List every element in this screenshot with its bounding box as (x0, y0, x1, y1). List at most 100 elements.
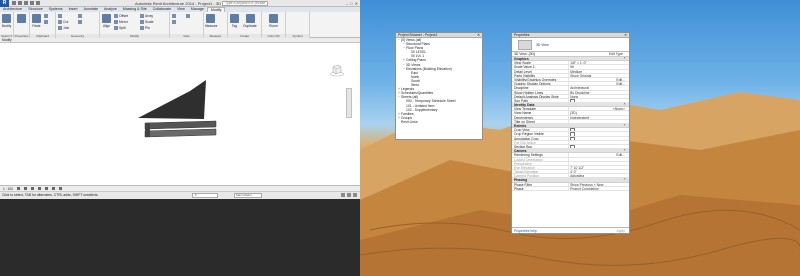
lock-icon[interactable] (59, 187, 63, 190)
property-group-header[interactable]: Identity Data ⌃ (512, 103, 629, 108)
property-value[interactable]: Independent (568, 115, 629, 119)
split-tool[interactable]: Split (114, 26, 126, 31)
property-checkbox[interactable] (568, 132, 629, 136)
ruler-icon (206, 14, 215, 23)
hide-in-view-tool[interactable] (172, 14, 177, 19)
property-edit-button[interactable]: Edit... (568, 82, 629, 86)
scale-tool[interactable]: Scale (140, 20, 153, 25)
paint-tool[interactable] (78, 14, 83, 19)
type-selector[interactable]: 3D View (512, 38, 629, 52)
property-value[interactable]: 96 (568, 65, 629, 69)
measure-tool[interactable]: Measure (205, 14, 217, 28)
detail-level-icon[interactable] (17, 187, 21, 190)
property-value[interactable]: Medium (568, 69, 629, 73)
cut-tool[interactable] (44, 14, 49, 19)
linework-icon (186, 14, 190, 19)
property-value[interactable]: 1/8" = 1'-0" (568, 61, 629, 65)
tag-tool[interactable]: Tag (229, 14, 240, 28)
model-geometry (138, 80, 217, 138)
navigation-bar[interactable] (346, 88, 352, 118)
property-value[interactable]: Project Completion (568, 186, 629, 190)
crop-view-icon[interactable] (52, 187, 56, 190)
property-edit-button[interactable]: Edit... (568, 153, 629, 157)
select-pinned-icon[interactable] (353, 193, 357, 197)
property-value: 7' 10 1/2" (568, 165, 629, 170)
status-message: Click to select, TAB for alternates, CTR… (2, 193, 99, 197)
collapse-icon[interactable]: ⌃ (623, 124, 626, 128)
property-name: Target Elevation (514, 170, 539, 174)
close-icon[interactable]: ✕ (477, 33, 480, 38)
property-value[interactable]: Architectural (568, 86, 629, 90)
print-icon[interactable] (36, 1, 40, 5)
maximize-button[interactable]: □ (350, 1, 352, 6)
property-group-header[interactable]: Phasing ⌃ (512, 178, 629, 183)
property-group-header[interactable]: Camera ⌃ (512, 149, 629, 154)
property-name: Visibility/Graphics Overrides (514, 77, 557, 82)
tree-item[interactable]: Revit Links (396, 120, 482, 124)
mirror-tool[interactable]: Mirror (114, 20, 128, 25)
copy-tool[interactable] (44, 20, 49, 25)
undo-icon[interactable] (24, 1, 28, 5)
property-value[interactable] (568, 119, 629, 123)
properties-tool[interactable] (16, 14, 27, 24)
array-tool[interactable]: Array (140, 14, 153, 19)
property-value[interactable]: Show Previous + New (568, 182, 629, 186)
property-checkbox[interactable] (568, 98, 629, 103)
select-panel: Modify Select ▾ (0, 12, 14, 38)
design-option-field[interactable]: Main Model (234, 193, 262, 198)
collapse-icon[interactable]: ⌃ (623, 103, 626, 107)
apply-button[interactable]: Apply (617, 228, 625, 234)
open-icon[interactable] (12, 1, 16, 5)
duplicate-tool[interactable]: Duplicate (241, 14, 259, 28)
redo-icon[interactable] (30, 1, 34, 5)
property-value[interactable]: None (568, 94, 629, 98)
render-icon[interactable] (45, 187, 49, 190)
search-input[interactable]: Type a keyword or phrase (222, 1, 268, 6)
property-group-header[interactable]: Graphics ⌃ (512, 57, 629, 62)
linework-tool[interactable] (186, 14, 191, 19)
properties-palette: Properties ✕ 3D View 3D View: {3D} Edit … (511, 32, 630, 234)
app-menu-button[interactable]: R (0, 0, 9, 7)
properties-footer: Properties help Apply (512, 227, 629, 233)
join-tool[interactable]: Join (58, 26, 69, 31)
close-button[interactable]: ✕ (355, 1, 358, 6)
property-edit-button[interactable]: <None> (568, 107, 629, 111)
workset-field[interactable]: :0 (192, 193, 218, 198)
properties-help-link[interactable]: Properties help (514, 229, 537, 233)
modify-panel: Align Offset Mirror Split Array Scale Pi… (100, 12, 170, 38)
property-value[interactable]: {3D} (568, 111, 629, 115)
pin-tool[interactable]: Pin (140, 26, 150, 31)
property-value[interactable]: Show Original (568, 73, 629, 77)
collapse-icon[interactable]: ⌃ (623, 57, 626, 61)
property-value: Adjusting (568, 174, 629, 178)
collapse-icon[interactable]: ⌃ (623, 149, 626, 153)
3d-viewport[interactable] (0, 43, 360, 186)
minimize-button[interactable]: – (346, 1, 348, 6)
paste-tool[interactable]: Paste (31, 14, 42, 28)
override-graphics-tool[interactable] (172, 20, 177, 25)
cope-tool[interactable] (58, 14, 63, 19)
view-scale[interactable]: 1 : 100 (3, 186, 13, 192)
properties-panel: Properties (14, 12, 30, 38)
sun-path-icon[interactable] (31, 187, 35, 190)
property-group-header[interactable]: Extents ⌃ (512, 124, 629, 129)
property-value[interactable]: By Discipline (568, 90, 629, 94)
visual-style-icon[interactable] (24, 187, 28, 190)
split-face-tool[interactable] (78, 20, 83, 25)
viewcube-icon[interactable] (330, 63, 344, 77)
select-links-icon[interactable] (347, 193, 351, 197)
save-icon[interactable] (18, 1, 22, 5)
property-checkbox[interactable] (568, 128, 629, 132)
shadows-icon[interactable] (38, 187, 42, 190)
room-tool[interactable]: Room (268, 14, 279, 28)
collapse-icon[interactable]: ⌃ (623, 178, 626, 182)
filter-icon[interactable] (341, 193, 345, 197)
property-edit-button[interactable]: Edit... (568, 77, 629, 82)
beam-top (144, 120, 217, 130)
cut-geometry-tool[interactable]: Cut (58, 20, 68, 25)
property-checkbox[interactable] (568, 136, 629, 140)
property-checkbox[interactable] (568, 144, 629, 149)
offset-tool[interactable]: Offset (114, 14, 128, 19)
align-tool[interactable]: Align (101, 14, 112, 28)
modify-tool[interactable]: Modify (1, 14, 12, 28)
